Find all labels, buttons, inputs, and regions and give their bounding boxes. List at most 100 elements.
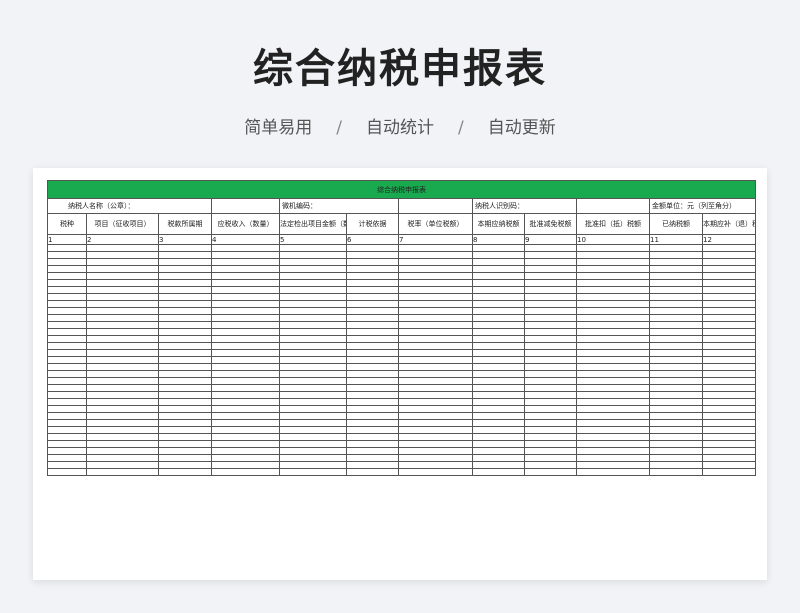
table-cell[interactable] xyxy=(472,272,525,280)
table-cell[interactable] xyxy=(346,363,399,371)
table-cell[interactable] xyxy=(86,314,159,322)
table-cell[interactable] xyxy=(47,251,87,259)
table-cell[interactable] xyxy=(524,384,577,392)
table-cell[interactable] xyxy=(472,412,525,420)
table-cell[interactable] xyxy=(158,426,212,434)
table-cell[interactable] xyxy=(47,279,87,287)
table-cell[interactable] xyxy=(346,468,399,476)
table-cell[interactable] xyxy=(279,370,347,378)
table-cell[interactable] xyxy=(211,328,280,336)
table-cell[interactable] xyxy=(346,321,399,329)
table-cell[interactable] xyxy=(649,384,703,392)
table-cell[interactable] xyxy=(649,244,703,252)
table-cell[interactable] xyxy=(576,468,650,476)
table-cell[interactable] xyxy=(701,335,757,343)
table-cell[interactable] xyxy=(346,335,399,343)
table-cell[interactable] xyxy=(279,391,347,399)
table-cell[interactable] xyxy=(279,335,347,343)
table-cell[interactable] xyxy=(524,356,577,364)
table-cell[interactable] xyxy=(398,342,473,350)
table-cell[interactable] xyxy=(472,398,525,406)
table-cell[interactable] xyxy=(211,468,280,476)
table-cell[interactable] xyxy=(524,314,577,322)
table-cell[interactable] xyxy=(524,419,577,427)
table-cell[interactable] xyxy=(86,398,159,406)
table-cell[interactable] xyxy=(47,454,87,462)
table-cell[interactable] xyxy=(398,293,473,301)
table-cell[interactable] xyxy=(86,279,159,287)
table-cell[interactable] xyxy=(649,265,703,273)
table-cell[interactable] xyxy=(279,440,347,448)
table-cell[interactable] xyxy=(211,391,280,399)
table-cell[interactable] xyxy=(279,279,347,287)
table-cell[interactable] xyxy=(472,321,525,329)
table-cell[interactable] xyxy=(346,272,399,280)
table-cell[interactable] xyxy=(576,328,650,336)
table-cell[interactable] xyxy=(346,412,399,420)
table-cell[interactable] xyxy=(279,447,347,455)
table-cell[interactable] xyxy=(398,328,473,336)
table-cell[interactable] xyxy=(279,244,347,252)
table-cell[interactable] xyxy=(398,300,473,308)
table-cell[interactable] xyxy=(701,370,757,378)
table-cell[interactable] xyxy=(472,293,525,301)
table-cell[interactable] xyxy=(472,314,525,322)
table-cell[interactable] xyxy=(649,328,703,336)
table-cell[interactable] xyxy=(524,286,577,294)
table-cell[interactable] xyxy=(158,244,212,252)
table-cell[interactable] xyxy=(86,258,159,266)
table-cell[interactable] xyxy=(398,307,473,315)
table-cell[interactable] xyxy=(158,412,212,420)
table-cell[interactable] xyxy=(346,405,399,413)
table-cell[interactable] xyxy=(346,356,399,364)
table-cell[interactable] xyxy=(649,412,703,420)
table-cell[interactable] xyxy=(576,377,650,385)
table-cell[interactable] xyxy=(649,377,703,385)
table-cell[interactable] xyxy=(211,335,280,343)
table-cell[interactable] xyxy=(701,461,757,469)
table-cell[interactable] xyxy=(576,279,650,287)
table-cell[interactable] xyxy=(649,419,703,427)
table-cell[interactable] xyxy=(524,412,577,420)
table-cell[interactable] xyxy=(47,286,87,294)
table-cell[interactable] xyxy=(649,363,703,371)
table-cell[interactable] xyxy=(211,440,280,448)
table-cell[interactable] xyxy=(86,293,159,301)
table-cell[interactable] xyxy=(279,342,347,350)
table-cell[interactable] xyxy=(524,363,577,371)
table-cell[interactable] xyxy=(576,349,650,357)
table-cell[interactable] xyxy=(346,440,399,448)
table-cell[interactable] xyxy=(158,328,212,336)
table-cell[interactable] xyxy=(576,398,650,406)
table-cell[interactable] xyxy=(158,447,212,455)
table-cell[interactable] xyxy=(701,286,757,294)
table-cell[interactable] xyxy=(398,433,473,441)
table-cell[interactable] xyxy=(211,433,280,441)
table-cell[interactable] xyxy=(47,440,87,448)
table-cell[interactable] xyxy=(472,349,525,357)
table-cell[interactable] xyxy=(86,363,159,371)
table-cell[interactable] xyxy=(576,258,650,266)
table-cell[interactable] xyxy=(86,405,159,413)
table-cell[interactable] xyxy=(279,286,347,294)
table-cell[interactable] xyxy=(47,433,87,441)
table-cell[interactable] xyxy=(701,398,757,406)
table-cell[interactable] xyxy=(398,286,473,294)
taxpayer-name-value[interactable] xyxy=(211,198,280,214)
table-cell[interactable] xyxy=(47,391,87,399)
table-cell[interactable] xyxy=(279,272,347,280)
table-cell[interactable] xyxy=(158,251,212,259)
table-cell[interactable] xyxy=(346,286,399,294)
table-cell[interactable] xyxy=(701,272,757,280)
table-cell[interactable] xyxy=(86,419,159,427)
table-cell[interactable] xyxy=(524,405,577,413)
table-cell[interactable] xyxy=(346,349,399,357)
table-cell[interactable] xyxy=(47,300,87,308)
table-cell[interactable] xyxy=(649,370,703,378)
table-cell[interactable] xyxy=(576,307,650,315)
table-cell[interactable] xyxy=(158,384,212,392)
table-cell[interactable] xyxy=(524,265,577,273)
table-cell[interactable] xyxy=(346,300,399,308)
table-cell[interactable] xyxy=(576,321,650,329)
table-cell[interactable] xyxy=(398,244,473,252)
